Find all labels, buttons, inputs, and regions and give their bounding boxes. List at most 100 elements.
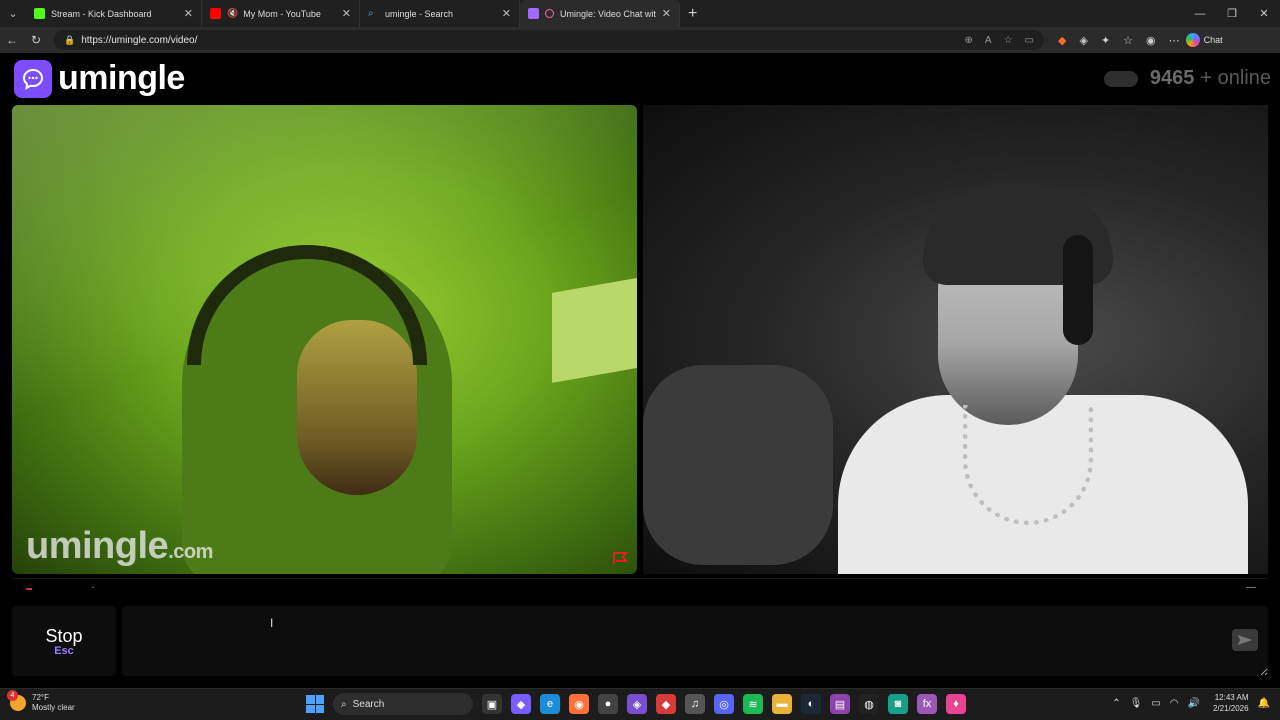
collapse-chat-icon[interactable]: — bbox=[1246, 582, 1256, 593]
tab-close-icon[interactable]: ✕ bbox=[342, 7, 351, 20]
firefox-icon[interactable]: ◉ bbox=[569, 694, 589, 714]
taskbar-search[interactable]: ⌕ Search bbox=[333, 693, 473, 715]
search-icon: ⌕ bbox=[341, 698, 347, 710]
wall-ac-unit bbox=[552, 277, 637, 383]
favorites-icon[interactable]: ☆ bbox=[1123, 34, 1133, 47]
zoom-icon[interactable]: ⊕ bbox=[965, 35, 973, 46]
windows-taskbar: 4 72°F Mostly clear ⌕ Search ▣ ◆ e ◉ ● ◈… bbox=[0, 688, 1280, 720]
tab-actions-chevron-icon[interactable]: ⌄ bbox=[0, 0, 26, 27]
address-bar-row: ← ↻ 🔒 https://umingle.com/video/ ⊕ A ☆ ▭… bbox=[0, 27, 1280, 53]
tab-kick-dashboard[interactable]: Stream - Kick Dashboard ✕ bbox=[26, 0, 202, 27]
taskbar-apps: ⌕ Search ▣ ◆ e ◉ ● ◈ ◆ ♫ ◎ ≋ ▬ ◐ ▤ ◍ ◙ f… bbox=[306, 693, 966, 715]
extension-fox-icon[interactable]: ◆ bbox=[1058, 34, 1066, 47]
volume-icon[interactable]: 🔊 bbox=[1188, 698, 1200, 709]
weather-moon-icon: 4 bbox=[7, 690, 26, 711]
weather-desc: Mostly clear bbox=[32, 703, 75, 712]
chat-bubble-logo-icon bbox=[14, 59, 52, 98]
youtube-favicon-icon bbox=[210, 8, 221, 19]
url-text: https://umingle.com/video/ bbox=[81, 34, 198, 46]
copilot-app-icon[interactable]: ◆ bbox=[511, 694, 531, 714]
refresh-icon[interactable]: ↻ bbox=[24, 27, 48, 53]
watermark-tld: .com bbox=[168, 541, 213, 563]
pillow bbox=[643, 365, 833, 565]
app-dark-icon[interactable]: ◍ bbox=[859, 694, 879, 714]
taskbar-clock[interactable]: 12:43 AM 2/21/2026 bbox=[1213, 692, 1249, 714]
tab-youtube[interactable]: 🔇 My Mom - YouTube ✕ bbox=[202, 0, 360, 27]
obs-icon[interactable]: ● bbox=[598, 694, 618, 714]
tab-close-icon[interactable]: ✕ bbox=[184, 7, 193, 20]
minimize-icon[interactable]: — bbox=[1184, 0, 1216, 27]
restore-icon[interactable]: ❐ bbox=[1216, 0, 1248, 27]
spotify-icon[interactable]: ≋ bbox=[743, 694, 763, 714]
tab-close-icon[interactable]: ✕ bbox=[662, 7, 671, 20]
stranger-video: umingle.com bbox=[12, 105, 637, 574]
chat-button-label: Chat bbox=[1203, 35, 1223, 45]
umingle-watermark: umingle.com bbox=[26, 525, 213, 568]
clock-date: 2/21/2026 bbox=[1212, 704, 1249, 713]
streamlabs-icon[interactable]: ◈ bbox=[627, 694, 647, 714]
send-message-button[interactable] bbox=[1232, 629, 1258, 651]
tab-close-icon[interactable]: ✕ bbox=[502, 7, 511, 20]
chat-log: ˘ — bbox=[12, 578, 1268, 600]
microphone-icon[interactable]: 🎙 bbox=[1130, 698, 1143, 709]
chat-controls: Stop Esc I bbox=[12, 606, 1268, 682]
extension-diamond-icon[interactable]: ◈ bbox=[1079, 34, 1087, 47]
person-headphones bbox=[1063, 235, 1093, 345]
steam-icon[interactable]: ◐ bbox=[801, 694, 821, 714]
profile-avatar-icon[interactable]: ◉ bbox=[1146, 34, 1156, 47]
text-cursor-icon: I bbox=[270, 616, 274, 630]
file-explorer-icon[interactable]: ▬ bbox=[772, 694, 792, 714]
window-controls: — ❐ ✕ bbox=[1184, 0, 1280, 27]
new-tab-plus-icon[interactable]: + bbox=[688, 5, 697, 23]
recording-indicator-icon bbox=[545, 9, 554, 18]
tray-overflow-chevron-icon[interactable]: ⌃ bbox=[1112, 698, 1120, 709]
chat-log-marker bbox=[26, 588, 32, 590]
system-tray: ⌃ 🎙 ▭ ◠ 🔊 12:43 AM 2/21/2026 🔔 bbox=[1112, 692, 1270, 714]
clapper-app-icon[interactable]: ▤ bbox=[830, 694, 850, 714]
muted-speaker-icon[interactable]: 🔇 bbox=[227, 8, 238, 19]
app-red-icon[interactable]: ◆ bbox=[656, 694, 676, 714]
weather-widget[interactable]: 4 72°F Mostly clear bbox=[7, 690, 75, 713]
close-window-icon[interactable]: ✕ bbox=[1248, 0, 1280, 27]
site-logo[interactable]: umingle bbox=[14, 59, 185, 98]
read-aloud-icon[interactable]: A bbox=[985, 35, 992, 46]
online-count: 9465 bbox=[1149, 67, 1195, 89]
extensions-puzzle-icon[interactable]: ✦ bbox=[1101, 34, 1110, 47]
send-icon bbox=[1238, 635, 1252, 645]
edge-browser-icon[interactable]: e bbox=[540, 694, 560, 714]
taskbar-search-label: Search bbox=[352, 698, 385, 710]
search-favicon-icon: ⌕ bbox=[368, 8, 374, 19]
tab-umingle[interactable]: Umingle: Video Chat with Stra ✕ bbox=[520, 0, 680, 27]
back-arrow-icon[interactable]: ← bbox=[0, 27, 24, 53]
chat-log-marker: ˘ bbox=[92, 586, 95, 595]
notifications-bell-icon[interactable]: 🔔 bbox=[1258, 698, 1270, 709]
tab-search[interactable]: ⌕ umingle - Search ✕ bbox=[360, 0, 520, 27]
weather-temp: 72°F bbox=[32, 693, 49, 702]
more-menu-icon[interactable]: ⋯ bbox=[1169, 34, 1180, 47]
camera-in-use-icon[interactable]: ▭ bbox=[1025, 35, 1034, 46]
clock-time: 12:43 AM bbox=[1214, 693, 1249, 702]
copilot-chat-button[interactable]: Chat bbox=[1185, 33, 1223, 47]
stop-button-label: Stop bbox=[45, 625, 83, 646]
task-view-icon[interactable]: ▣ bbox=[482, 694, 502, 714]
url-field[interactable]: 🔒 https://umingle.com/video/ ⊕ A ☆ ▭ bbox=[54, 30, 1044, 50]
fx-app-icon[interactable]: fx bbox=[917, 694, 937, 714]
tab-label: umingle - Search bbox=[385, 8, 454, 19]
pink-app-icon[interactable]: ♦ bbox=[946, 694, 966, 714]
stop-button[interactable]: Stop Esc bbox=[12, 606, 116, 676]
chat-message-input[interactable] bbox=[122, 606, 1268, 676]
copilot-icon bbox=[1185, 33, 1200, 47]
start-windows-icon[interactable] bbox=[306, 695, 324, 713]
discord-icon[interactable]: ◎ bbox=[714, 694, 734, 714]
favorite-star-icon[interactable]: ☆ bbox=[1004, 35, 1013, 46]
weather-badge: 4 bbox=[7, 690, 18, 701]
app-teal-icon[interactable]: ◙ bbox=[888, 694, 908, 714]
wifi-icon[interactable]: ◠ bbox=[1170, 698, 1179, 709]
extensions-toolbar: ◆ ◈ ✦ ☆ ◉ ⋯ bbox=[1058, 34, 1180, 47]
report-flag-icon[interactable] bbox=[612, 551, 630, 565]
tab-label: Umingle: Video Chat with Stra bbox=[560, 8, 656, 19]
itunes-icon[interactable]: ♫ bbox=[685, 694, 705, 714]
site-info-lock-icon[interactable]: 🔒 bbox=[64, 35, 75, 46]
network-icon[interactable]: ▭ bbox=[1151, 698, 1160, 709]
mode-toggle[interactable] bbox=[1103, 70, 1138, 87]
